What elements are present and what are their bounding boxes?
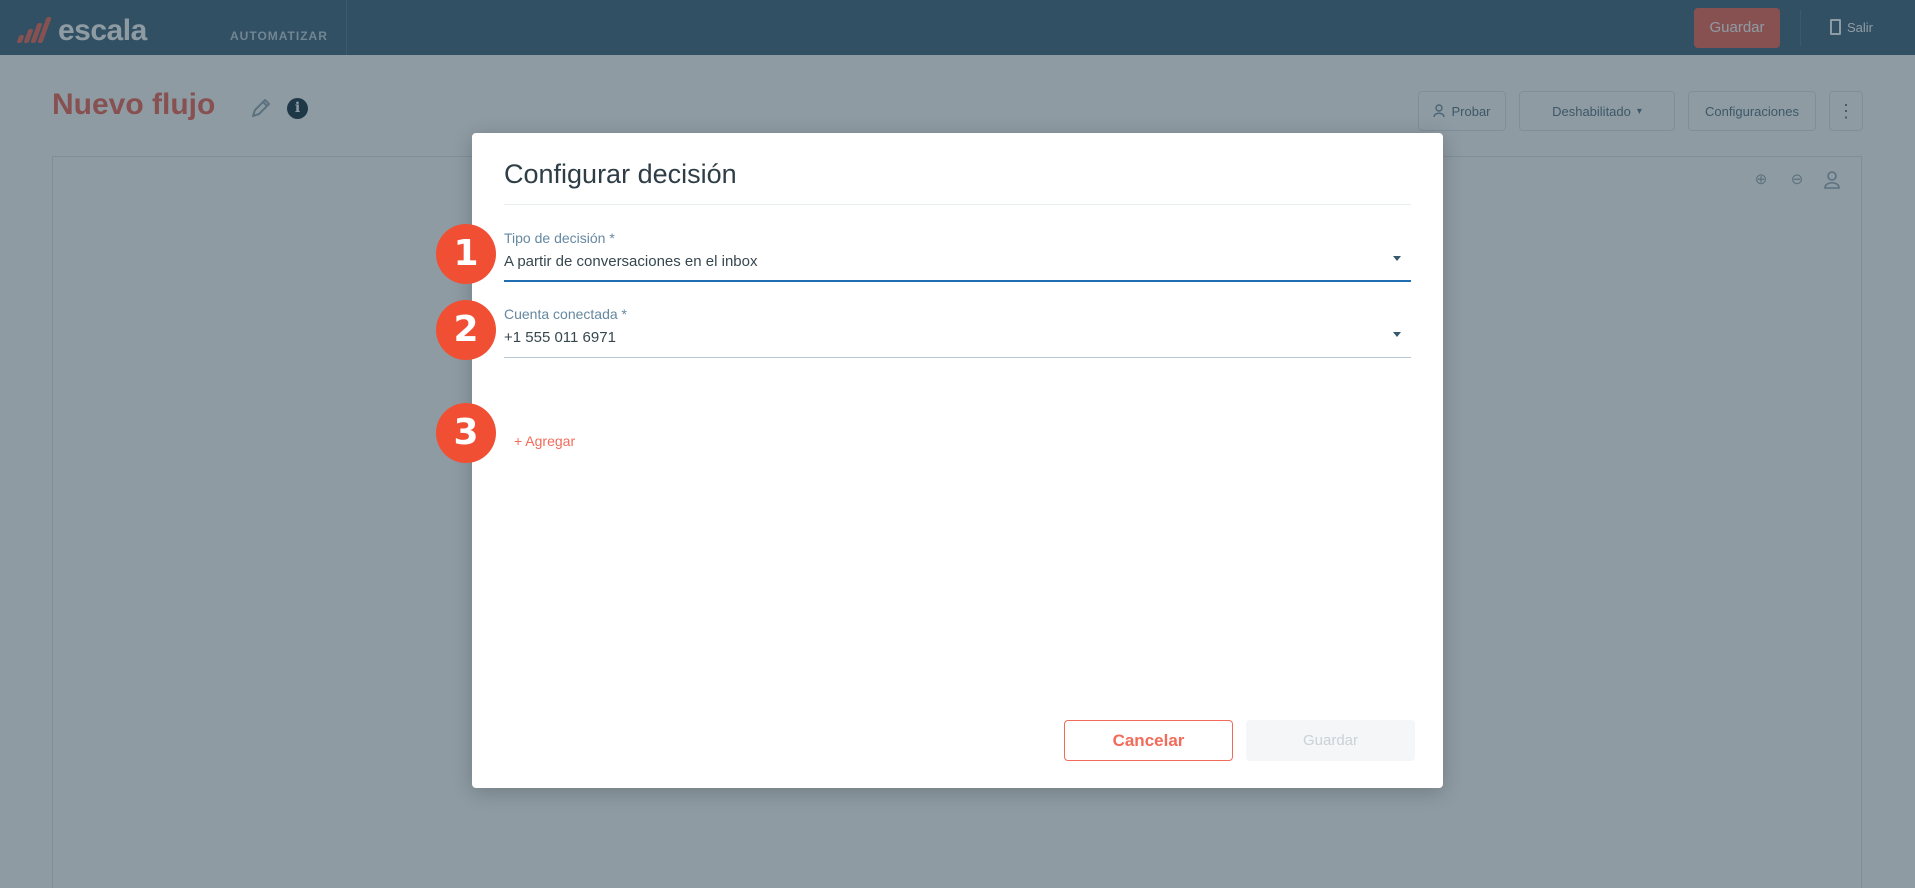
dropdown-caret-icon [1393, 256, 1401, 261]
cancel-button[interactable]: Cancelar [1064, 720, 1233, 761]
connected-account-select[interactable]: Cuenta conectada * +1 555 011 6971 [504, 306, 1411, 358]
decision-type-value: A partir de conversaciones en el inbox [504, 253, 758, 270]
field-underline [504, 280, 1411, 282]
connected-account-value: +1 555 011 6971 [504, 329, 616, 346]
save-button[interactable]: Guardar [1246, 720, 1415, 761]
modal-title: Configurar decisión [504, 159, 737, 189]
modal-divider [504, 204, 1411, 205]
connected-account-label: Cuenta conectada * [504, 306, 627, 322]
decision-type-label: Tipo de decisión * [504, 230, 615, 246]
step-badge-1: 1 [436, 224, 496, 284]
add-condition-link[interactable]: + Agregar [514, 433, 575, 449]
step-badge-3: 3 [436, 403, 496, 463]
step-badge-2: 2 [436, 300, 496, 360]
decision-type-select[interactable]: Tipo de decisión * A partir de conversac… [504, 230, 1411, 282]
configure-decision-modal: Configurar decisión Tipo de decisión * A… [472, 133, 1443, 788]
dropdown-caret-icon [1393, 332, 1401, 337]
field-underline [504, 357, 1411, 358]
